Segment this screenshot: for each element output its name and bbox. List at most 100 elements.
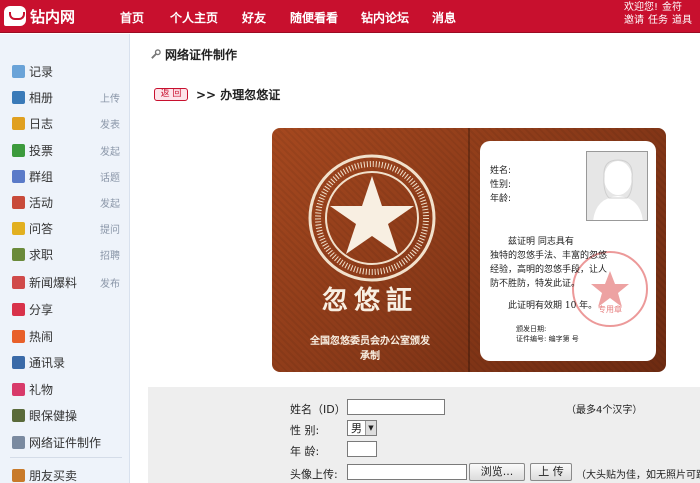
- sidebar-item[interactable]: 相册 上传: [12, 87, 124, 107]
- eye-icon: [12, 408, 25, 422]
- certificate-form: 姓名（ID） （最多4个汉字） 性 别: 男 ▼ 年 龄: 头像上传: 浏览..…: [148, 387, 700, 483]
- wrench-icon: [151, 49, 161, 59]
- sidebar-item-action[interactable]: 提问: [100, 221, 124, 236]
- sidebar-item[interactable]: 分享: [12, 299, 124, 319]
- sidebar-item[interactable]: 群组 话题: [12, 166, 124, 186]
- sidebar-item[interactable]: 眼保健操: [12, 405, 124, 425]
- age-input[interactable]: [347, 441, 377, 457]
- issuer-line-2: 承制: [360, 351, 380, 362]
- card-fold-line: [468, 128, 470, 372]
- logo-text: 钻内网: [30, 7, 76, 26]
- user-links: 欢迎您! 金符 邀请 任务 道具: [624, 1, 698, 27]
- gift-icon: [12, 382, 25, 396]
- sidebar-item-label: 眼保健操: [29, 408, 78, 423]
- avatar-file-field[interactable]: [347, 464, 467, 480]
- nav-browse[interactable]: 随便看看: [290, 9, 361, 26]
- gender-select[interactable]: 男 ▼: [347, 420, 377, 436]
- nav-home[interactable]: 首页: [120, 9, 170, 26]
- sidebar-item[interactable]: 活动 发起: [12, 192, 124, 212]
- welcome-text: 欢迎您!: [624, 2, 659, 13]
- cert-number: 证件编号: 编字第 号: [516, 335, 579, 343]
- sidebar-item-action[interactable]: 发布: [100, 275, 124, 290]
- sidebar-item-label: 活动: [29, 195, 54, 210]
- back-button[interactable]: 返 回: [154, 88, 188, 101]
- cert-age-field: 年龄:: [490, 194, 512, 204]
- megaphone-icon: [12, 275, 25, 289]
- sidebar-item-label: 群组: [29, 169, 54, 184]
- browse-button[interactable]: 浏览...: [469, 463, 525, 481]
- cert-text-line-1: 兹证明 同志具有: [508, 237, 574, 247]
- nav-personal-page[interactable]: 个人主页: [170, 9, 242, 26]
- certificate-issuer: 全国忽悠委员会办公室颁发 承制: [272, 334, 468, 364]
- nav-forum[interactable]: 钻内论坛: [361, 9, 432, 26]
- gender-value: 男: [351, 422, 362, 435]
- sidebar: 记录 相册 上传 日志 发表 投票 发起 群组 话题 活动 发起 问答 提问 求职 招聘 新闻爆料 发布 分享 热闹…: [0, 34, 130, 483]
- sidebar-item-action[interactable]: 话题: [100, 169, 124, 184]
- sidebar-item[interactable]: 记录: [12, 61, 124, 81]
- fire-icon: [12, 329, 25, 343]
- chat-bubble-icon: [12, 64, 25, 78]
- sidebar-item-label: 网络证件制作: [29, 435, 102, 450]
- sidebar-divider: [10, 457, 122, 458]
- trade-icon: [12, 468, 25, 482]
- avatar-hint: （大头贴为佳，如无照片可跳: [576, 470, 700, 481]
- certificate-title: 忽悠証: [321, 286, 418, 316]
- photo-placeholder: [586, 151, 648, 221]
- star-emblem-icon: [308, 154, 436, 282]
- top-navigation-bar: 钻内网 首页 个人主页 好友 随便看看 钻内论坛 消息 欢迎您! 金符 邀请 任务道…: [0, 0, 700, 33]
- journal-icon: [12, 116, 25, 130]
- sidebar-item-action[interactable]: 发起: [100, 195, 124, 210]
- tasks-link[interactable]: 任务: [648, 15, 668, 26]
- invite-link[interactable]: 邀请: [624, 15, 644, 26]
- sidebar-item[interactable]: 问答 提问: [12, 218, 124, 238]
- sidebar-item[interactable]: 朋友买卖: [12, 465, 124, 483]
- sidebar-item-label: 礼物: [29, 382, 54, 397]
- question-icon: [12, 221, 25, 235]
- sidebar-item[interactable]: 礼物: [12, 379, 124, 399]
- sidebar-item[interactable]: 网络证件制作: [12, 432, 124, 452]
- nav-friends[interactable]: 好友: [242, 9, 290, 26]
- upload-button[interactable]: 上 传: [530, 463, 572, 481]
- cert-text-line-4: 防不胜防，特发此证。: [490, 279, 581, 289]
- sidebar-item[interactable]: 新闻爆料 发布: [12, 272, 124, 292]
- nav-messages[interactable]: 消息: [432, 9, 472, 26]
- page-title-text: 网络证件制作: [165, 48, 238, 62]
- sidebar-item-action[interactable]: 上传: [100, 90, 124, 105]
- cert-text-line-2: 独特的忽悠手法、丰富的忽悠: [490, 251, 608, 261]
- sidebar-item-action[interactable]: 发表: [100, 116, 124, 131]
- sidebar-item-label: 新闻爆料: [29, 275, 78, 290]
- sidebar-item-label: 热闹: [29, 329, 54, 344]
- cert-validity: 此证明有效期 10 年。: [508, 301, 598, 311]
- sidebar-item[interactable]: 通讯录: [12, 352, 124, 372]
- breadcrumb-text: >> 办理忽悠证: [196, 88, 281, 102]
- name-label: 姓名（ID）: [290, 403, 346, 416]
- props-link[interactable]: 道具: [672, 15, 692, 26]
- sidebar-item-label: 通讯录: [29, 355, 66, 370]
- name-input[interactable]: [347, 399, 445, 415]
- chevron-down-icon: ▼: [365, 421, 376, 435]
- sidebar-item-label: 分享: [29, 302, 54, 317]
- sidebar-item-label: 投票: [29, 143, 54, 158]
- avatar-label: 头像上传:: [290, 468, 338, 481]
- sidebar-item-label: 朋友买卖: [29, 468, 78, 483]
- sidebar-item[interactable]: 热闹: [12, 326, 124, 346]
- issue-date: 颁发日期:: [516, 325, 547, 333]
- sidebar-item[interactable]: 日志 发表: [12, 113, 124, 133]
- certificate-text: 兹证明 同志具有 独特的忽悠手法、丰富的忽悠 经验，高明的忽悠手段，让人 防不胜…: [490, 235, 648, 313]
- gold-link[interactable]: 金符: [662, 2, 682, 13]
- sidebar-item-action[interactable]: 发起: [100, 143, 124, 158]
- breadcrumb: 返 回 >> 办理忽悠证: [154, 86, 280, 103]
- certificate-inner-page: 姓名: 性别: 年龄: 专用章 兹证明 同志具有 独特的忽悠手法、丰富的忽悠 经…: [480, 141, 656, 361]
- sidebar-item[interactable]: 求职 招聘: [12, 244, 124, 264]
- sidebar-item-label: 相册: [29, 90, 54, 105]
- sidebar-item[interactable]: 投票 发起: [12, 140, 124, 160]
- sidebar-item-label: 日志: [29, 116, 54, 131]
- sidebar-item-action[interactable]: 招聘: [100, 247, 124, 262]
- briefcase-icon: [12, 247, 25, 261]
- gender-label: 性 别:: [290, 424, 320, 437]
- sidebar-item-label: 记录: [29, 64, 54, 79]
- name-hint: （最多4个汉字）: [566, 405, 643, 416]
- site-logo[interactable]: 钻内网: [4, 5, 75, 27]
- certificate-preview: 忽悠証 全国忽悠委员会办公室颁发 承制 姓名: 性别: 年龄: 专用章 兹证明 …: [272, 128, 666, 372]
- cert-name-field: 姓名:: [490, 166, 512, 176]
